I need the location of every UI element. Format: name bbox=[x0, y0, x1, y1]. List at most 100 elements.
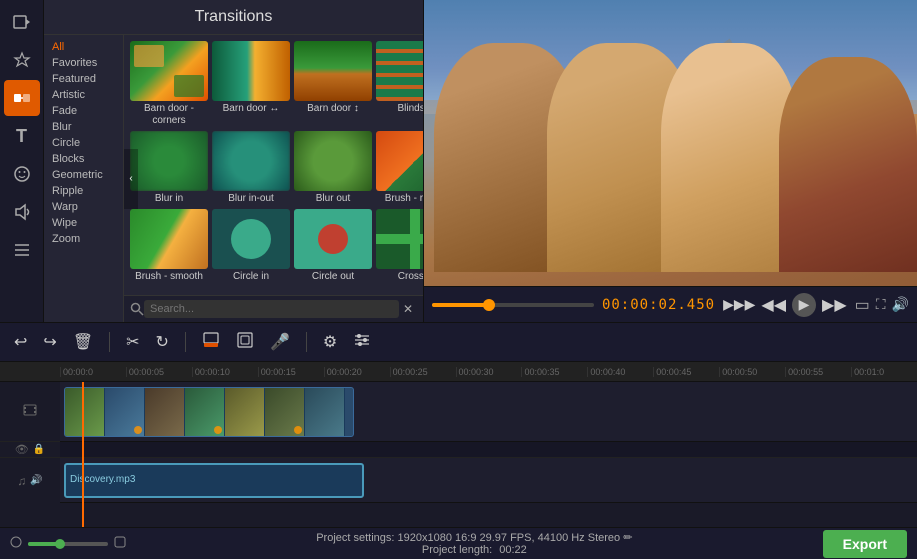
search-input[interactable] bbox=[144, 300, 399, 318]
app-container: T Transitions All Favorites Featured bbox=[0, 0, 917, 559]
tracks-content: Discovery.mp3 bbox=[60, 382, 917, 527]
transition-blur-out[interactable]: Blur out bbox=[294, 131, 372, 205]
transition-barn-door-corners[interactable]: Barn door - corners bbox=[130, 41, 208, 127]
category-blocks[interactable]: Blocks bbox=[44, 151, 123, 167]
transition-label-9: Circle in bbox=[233, 271, 269, 283]
category-geometric[interactable]: Geometric bbox=[44, 167, 123, 183]
toolbar-audio-btn[interactable] bbox=[4, 194, 40, 230]
clip-thumb-6 bbox=[265, 388, 305, 436]
scale-slider[interactable] bbox=[28, 542, 108, 546]
eye-icon[interactable]: 👁 bbox=[15, 443, 29, 456]
transition-circle-in[interactable]: Circle in bbox=[212, 209, 290, 283]
progress-thumb[interactable] bbox=[483, 299, 495, 311]
scale-control bbox=[10, 536, 126, 551]
search-clear-btn[interactable]: ✕ bbox=[399, 302, 417, 316]
progress-fill bbox=[432, 303, 489, 307]
settings-btn[interactable]: ⚙ bbox=[319, 328, 341, 356]
toolbar-effects-btn[interactable] bbox=[4, 42, 40, 78]
audio-icon[interactable]: ♫ bbox=[17, 474, 26, 488]
edit-settings-btn[interactable]: ✏ bbox=[623, 532, 632, 544]
cut-btn[interactable]: ✂ bbox=[122, 328, 143, 356]
toolbar-video-btn[interactable] bbox=[4, 4, 40, 40]
ruler-mark-7: 00:00:35 bbox=[521, 367, 587, 377]
grid-left-arrow[interactable]: ‹ bbox=[124, 149, 138, 209]
category-ripple[interactable]: Ripple bbox=[44, 183, 123, 199]
transition-barn-door-v[interactable]: Barn door ↕ bbox=[294, 41, 372, 127]
transition-blinds[interactable]: Blinds ↓ bbox=[376, 41, 423, 127]
transition-circle-out[interactable]: Circle out bbox=[294, 209, 372, 283]
undo-btn[interactable]: ↩ bbox=[10, 328, 31, 356]
category-circle[interactable]: Circle bbox=[44, 135, 123, 151]
transition-brush-smooth[interactable]: Brush - smooth bbox=[130, 209, 208, 283]
transitions-title: Transitions bbox=[44, 0, 423, 35]
transitions-grid-scroll[interactable]: Barn door - corners Barn door ↔ bbox=[124, 35, 423, 295]
transition-blur-in[interactable]: Blur in bbox=[130, 131, 208, 205]
export-preview-btn[interactable]: ▭ bbox=[855, 295, 870, 315]
play-btn[interactable]: ▶ bbox=[792, 293, 816, 317]
audio-clip[interactable]: Discovery.mp3 bbox=[64, 463, 364, 498]
ruler-mark-11: 00:00:55 bbox=[785, 367, 851, 377]
clip-thumb-4 bbox=[185, 388, 225, 436]
toolbar-menu-btn[interactable] bbox=[4, 232, 40, 268]
ruler-mark-1: 00:00:05 bbox=[126, 367, 192, 377]
transitions-content: All Favorites Featured Artistic Fade Blu… bbox=[44, 35, 423, 322]
color-btn[interactable] bbox=[198, 327, 224, 358]
bottom-toolbar: ↩ ↪ 🗑 ✂ ↻ 🎤 ⚙ bbox=[0, 322, 917, 362]
category-fade[interactable]: Fade bbox=[44, 103, 123, 119]
transition-barn-door-h[interactable]: Barn door ↔ bbox=[212, 41, 290, 127]
track-middle-row: 👁 🔒 bbox=[0, 442, 60, 458]
rotate-btn[interactable]: ↻ bbox=[152, 328, 173, 356]
left-toolbar: T bbox=[0, 0, 44, 322]
clip-thumb-5 bbox=[225, 388, 265, 436]
project-settings-label: Project settings: bbox=[316, 532, 394, 544]
playback-btns: ▶▶▶ ◀◀ ▶ ▶▶ bbox=[723, 293, 847, 317]
transition-cross-1[interactable]: Cross 1 bbox=[376, 209, 423, 283]
category-favorites[interactable]: Favorites bbox=[44, 55, 123, 71]
skip-back-btn[interactable]: ▶▶▶ bbox=[723, 296, 755, 313]
transitions-grid-area: ‹ Barn door - co bbox=[124, 35, 423, 322]
transition-blur-in-out[interactable]: Blur in-out bbox=[212, 131, 290, 205]
transition-label-3: Blinds ↓ bbox=[397, 103, 423, 115]
fullscreen-btn[interactable]: ⛶ bbox=[876, 296, 886, 313]
audio-track-controls: ♫ 🔊 bbox=[0, 458, 60, 503]
ruler-mark-3: 00:00:15 bbox=[258, 367, 324, 377]
category-featured[interactable]: Featured bbox=[44, 71, 123, 87]
scale-plus-btn[interactable] bbox=[114, 536, 126, 551]
category-blur[interactable]: Blur bbox=[44, 119, 123, 135]
rewind-btn[interactable]: ◀◀ bbox=[761, 295, 786, 315]
preview-controls: 00:00:02.450 ▶▶▶ ◀◀ ▶ ▶▶ ▭ ⛶ 🔊 bbox=[424, 286, 917, 322]
category-all[interactable]: All bbox=[44, 39, 123, 55]
category-warp[interactable]: Warp bbox=[44, 199, 123, 215]
progress-bar-area[interactable] bbox=[432, 303, 594, 307]
transition-thumb-8 bbox=[130, 209, 208, 269]
lock-icon[interactable]: 🔒 bbox=[33, 444, 45, 455]
frame-btn[interactable] bbox=[232, 327, 258, 358]
mic-btn[interactable]: 🎤 bbox=[266, 328, 294, 356]
transition-label-2: Barn door ↕ bbox=[307, 103, 359, 115]
category-artistic[interactable]: Artistic bbox=[44, 87, 123, 103]
ruler-mark-6: 00:00:30 bbox=[456, 367, 522, 377]
scale-minus-btn[interactable] bbox=[10, 536, 22, 551]
category-wipe[interactable]: Wipe bbox=[44, 215, 123, 231]
video-clip[interactable] bbox=[64, 387, 354, 437]
transition-brush-rough[interactable]: Brush - rough bbox=[376, 131, 423, 205]
project-settings-value: 1920x1080 16:9 29.97 FPS, 44100 Hz Stere… bbox=[398, 532, 621, 544]
volume-icon[interactable]: 🔊 bbox=[30, 475, 42, 486]
toolbar-text-btn[interactable]: T bbox=[4, 118, 40, 154]
volume-btn[interactable]: 🔊 bbox=[892, 296, 909, 313]
scale-thumb[interactable] bbox=[55, 539, 65, 549]
toolbar-stickers-btn[interactable] bbox=[4, 156, 40, 192]
audio-track: Discovery.mp3 bbox=[60, 458, 917, 503]
effects-panel-btn[interactable] bbox=[349, 327, 375, 358]
ruler-mark-5: 00:00:25 bbox=[390, 367, 456, 377]
delete-btn[interactable]: 🗑 bbox=[69, 328, 97, 356]
transition-label-0: Barn door - corners bbox=[130, 103, 208, 127]
transition-label-8: Brush - smooth bbox=[135, 271, 203, 283]
preview-area: 00:00:02.450 ▶▶▶ ◀◀ ▶ ▶▶ ▭ ⛶ 🔊 bbox=[424, 0, 917, 322]
transition-thumb-9 bbox=[212, 209, 290, 269]
forward-btn[interactable]: ▶▶ bbox=[822, 295, 847, 315]
toolbar-transitions-btn[interactable] bbox=[4, 80, 40, 116]
export-button[interactable]: Export bbox=[823, 530, 907, 558]
category-zoom[interactable]: Zoom bbox=[44, 231, 123, 247]
redo-btn[interactable]: ↪ bbox=[39, 328, 60, 356]
